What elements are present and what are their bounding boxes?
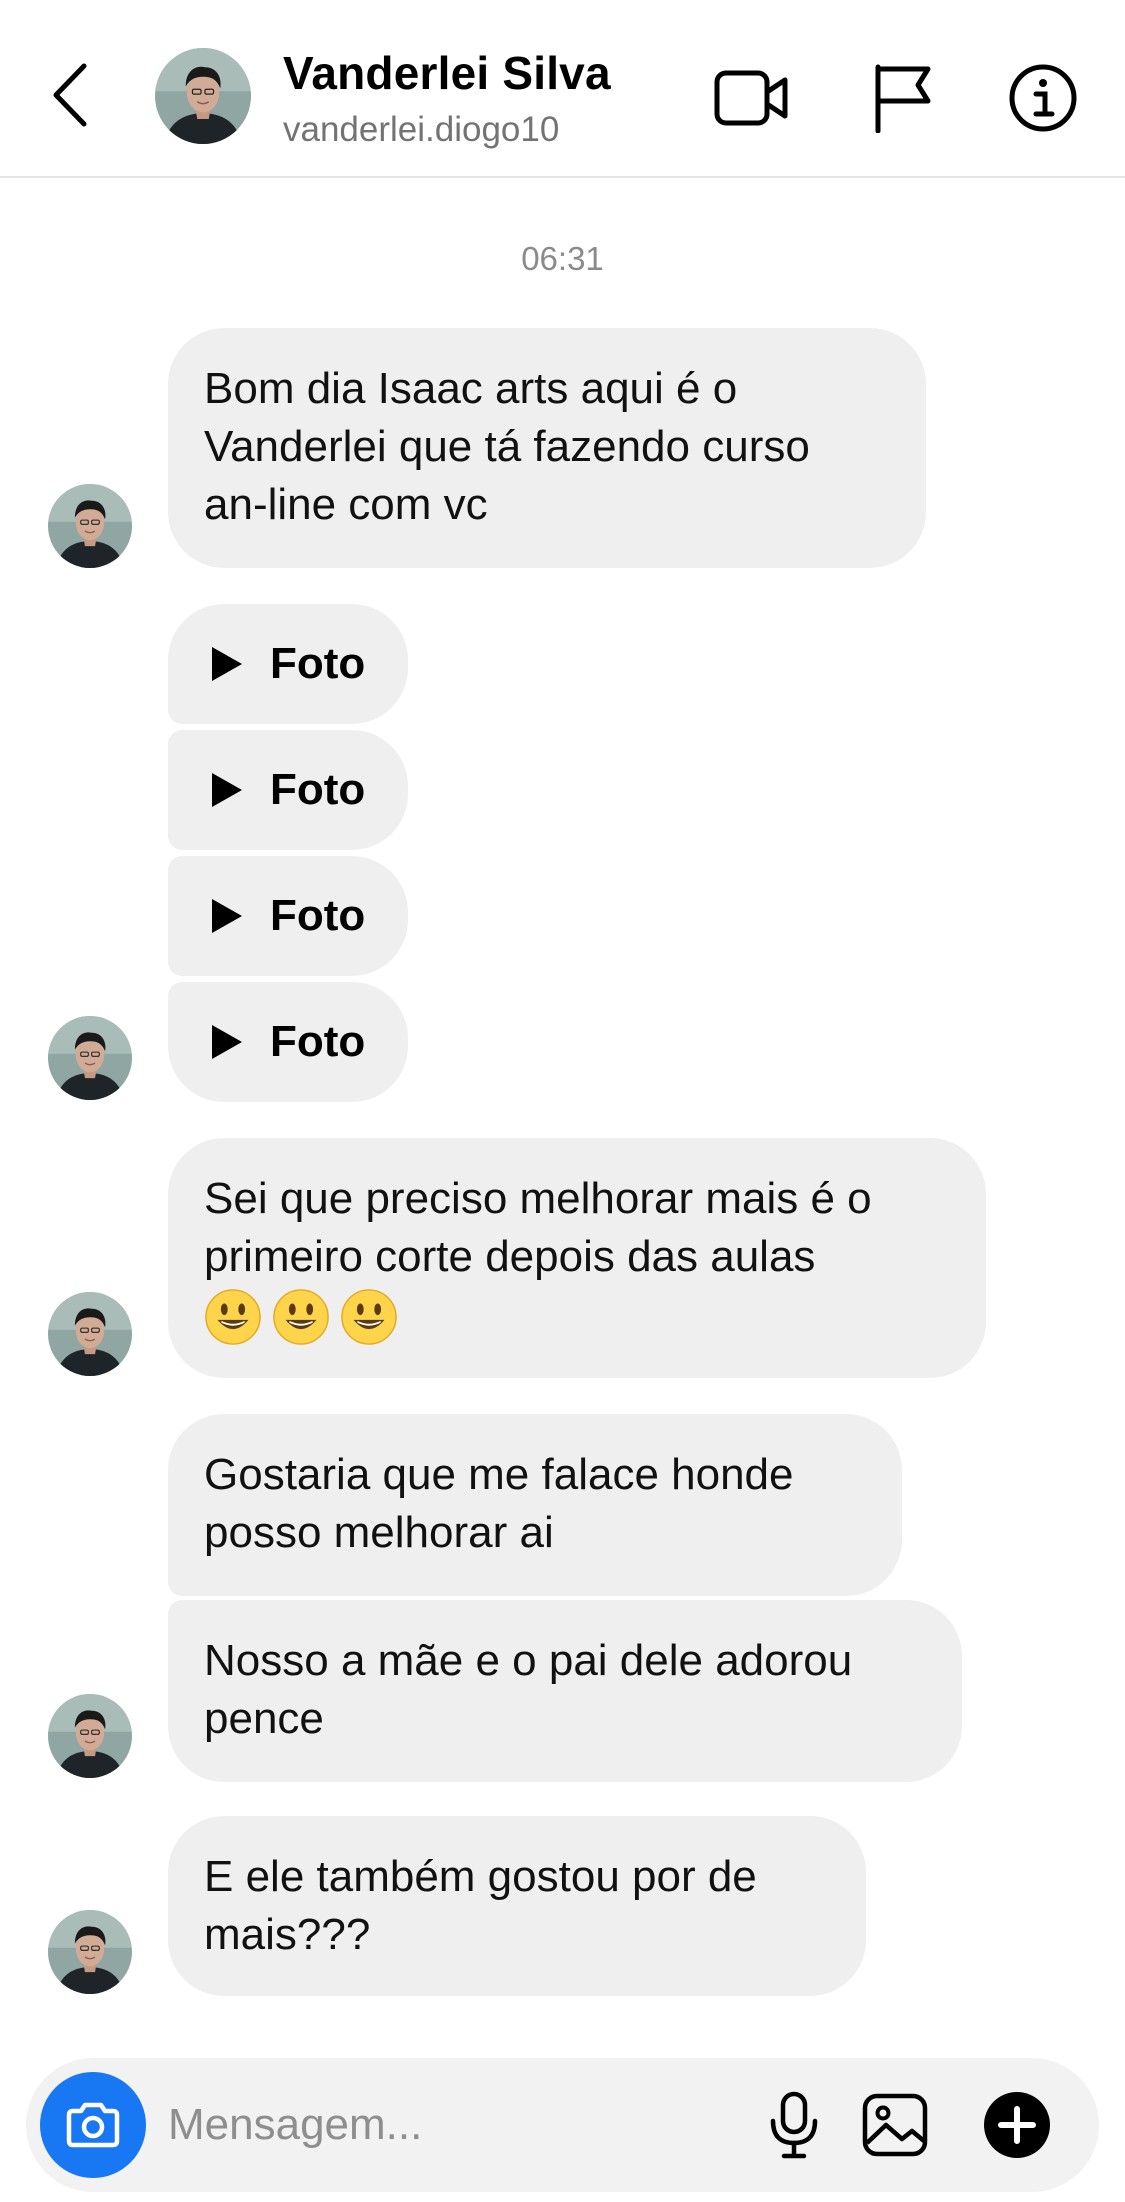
gallery-button[interactable]	[855, 2085, 935, 2165]
sender-avatar[interactable]	[48, 1910, 132, 1994]
video-camera-icon	[714, 70, 788, 126]
message-text: Bom dia Isaac arts aqui é o Vanderlei qu…	[204, 364, 810, 529]
video-call-button[interactable]	[712, 58, 792, 138]
sender-avatar[interactable]	[48, 484, 132, 568]
flag-icon	[875, 64, 931, 133]
microphone-icon	[770, 2091, 818, 2159]
camera-button[interactable]	[40, 2072, 146, 2178]
chat-header: Vanderlei Silva vanderlei.diogo10	[0, 0, 1125, 178]
photo-message[interactable]: Foto	[168, 982, 408, 1102]
contact-handle[interactable]: vanderlei.diogo10	[283, 110, 559, 150]
play-icon	[212, 1025, 242, 1059]
message-text: E ele também gostou por de mais???	[204, 1852, 757, 1959]
more-options-button[interactable]	[977, 2085, 1057, 2165]
photo-message[interactable]: Foto	[168, 604, 408, 724]
report-button[interactable]	[862, 58, 942, 138]
play-icon	[212, 647, 242, 681]
photo-label: Foto	[270, 1017, 366, 1066]
sender-avatar[interactable]	[48, 1292, 132, 1376]
voice-message-button[interactable]	[754, 2085, 834, 2165]
photo-label: Foto	[270, 891, 366, 940]
photo-label: Foto	[270, 639, 366, 688]
smiley-emoji-icon	[340, 1288, 398, 1346]
sender-avatar[interactable]	[48, 1016, 132, 1100]
play-icon	[212, 773, 242, 807]
play-icon	[212, 899, 242, 933]
chevron-left-icon	[53, 63, 87, 127]
emoji-row	[204, 1286, 950, 1344]
message-bubble[interactable]: Bom dia Isaac arts aqui é o Vanderlei qu…	[168, 328, 926, 568]
message-timestamp: 06:31	[521, 240, 604, 277]
contact-avatar[interactable]	[155, 48, 251, 144]
contact-name[interactable]: Vanderlei Silva	[283, 46, 611, 100]
info-icon	[1009, 64, 1077, 132]
message-bubble[interactable]: Gostaria que me falace honde posso melho…	[168, 1414, 902, 1596]
smiley-emoji-icon	[272, 1288, 330, 1346]
message-bubble[interactable]: Nosso a mãe e o pai dele adorou pence	[168, 1600, 962, 1782]
image-icon	[862, 2093, 928, 2157]
info-button[interactable]	[1003, 58, 1083, 138]
message-text: Sei que preciso melhorar mais é o primei…	[204, 1174, 872, 1281]
plus-circle-icon	[984, 2092, 1050, 2158]
message-bubble[interactable]: Sei que preciso melhorar mais é o primei…	[168, 1138, 986, 1378]
back-button[interactable]	[40, 55, 100, 135]
message-bubble[interactable]: E ele também gostou por de mais???	[168, 1816, 866, 1996]
photo-message[interactable]: Foto	[168, 730, 408, 850]
photo-label: Foto	[270, 765, 366, 814]
message-text: Gostaria que me falace honde posso melho…	[204, 1450, 794, 1557]
camera-icon	[66, 2102, 120, 2148]
smiley-emoji-icon	[204, 1288, 262, 1346]
message-composer	[26, 2058, 1099, 2192]
sender-avatar[interactable]	[48, 1694, 132, 1778]
message-text: Nosso a mãe e o pai dele adorou pence	[204, 1636, 853, 1743]
photo-message[interactable]: Foto	[168, 856, 408, 976]
message-input[interactable]	[168, 2088, 728, 2162]
